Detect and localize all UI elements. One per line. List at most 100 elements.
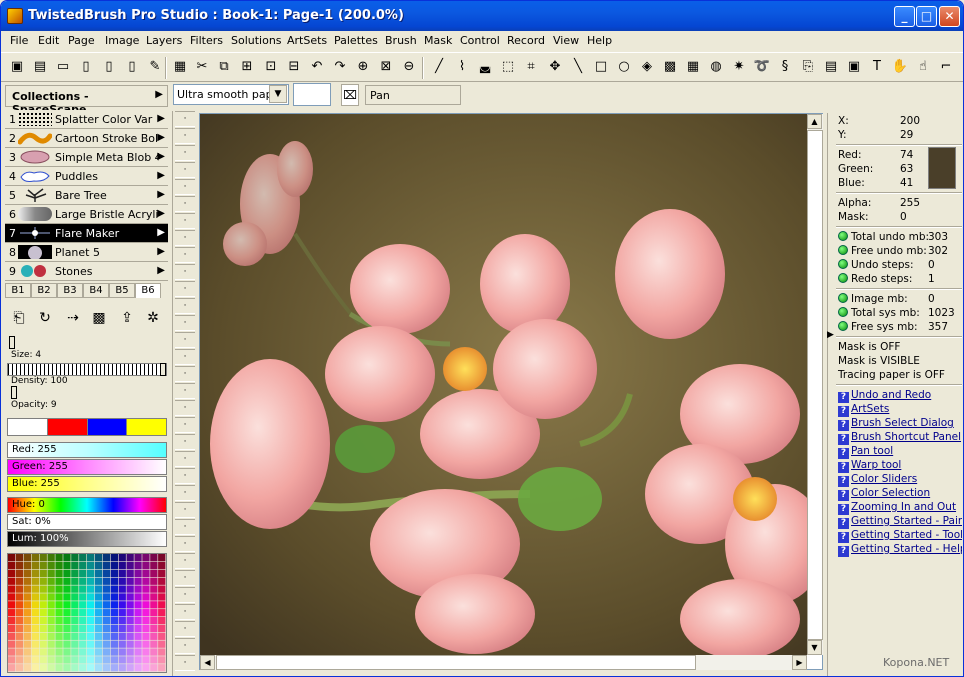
palette-swatch[interactable] xyxy=(8,601,16,609)
palette-swatch[interactable] xyxy=(71,616,79,625)
palette-swatch[interactable] xyxy=(39,585,47,593)
palette-swatch[interactable] xyxy=(142,593,150,601)
palette-swatch[interactable] xyxy=(31,640,39,648)
palette-swatch[interactable] xyxy=(94,554,103,562)
vertical-scroll-thumb[interactable] xyxy=(807,130,823,640)
brush-item-selected[interactable]: 7 Flare Maker ▶ xyxy=(5,224,168,243)
menu-solutions[interactable]: Solutions xyxy=(231,34,282,47)
palette-swatch[interactable] xyxy=(118,585,126,593)
palette-swatch[interactable] xyxy=(87,632,95,640)
palette-swatch[interactable] xyxy=(63,664,71,672)
prev-page-icon[interactable]: ▯ xyxy=(100,58,118,76)
palette-swatch[interactable] xyxy=(110,624,118,633)
palette-swatch[interactable] xyxy=(79,601,87,609)
palette-swatch[interactable] xyxy=(102,624,111,633)
shortcut-slot[interactable]: · xyxy=(175,536,195,552)
opacity-slider-knob[interactable] xyxy=(11,386,17,399)
palette-swatch[interactable] xyxy=(71,561,79,570)
palette-swatch[interactable] xyxy=(23,616,32,625)
shortcut-slot[interactable]: · xyxy=(175,230,195,246)
palette-swatch[interactable] xyxy=(39,609,47,617)
clone-icon[interactable]: ⎘ xyxy=(799,58,817,76)
palette-swatch[interactable] xyxy=(8,664,16,672)
palette-swatch[interactable] xyxy=(8,648,16,656)
palette-swatch[interactable] xyxy=(134,648,142,656)
palette-swatch[interactable] xyxy=(142,569,150,577)
density-slider[interactable] xyxy=(7,363,167,376)
palette-swatch[interactable] xyxy=(23,561,32,570)
palette-swatch[interactable] xyxy=(102,609,111,617)
palette-swatch[interactable] xyxy=(23,632,32,640)
shortcut-slot[interactable]: · xyxy=(175,281,195,297)
palette-swatch[interactable] xyxy=(63,569,71,577)
shortcut-slot[interactable]: · xyxy=(175,502,195,518)
palette-swatch[interactable] xyxy=(47,616,55,625)
palette-swatch[interactable] xyxy=(158,664,166,672)
select-rect-icon[interactable]: ⬚ xyxy=(499,58,517,76)
minimize-button[interactable]: _ xyxy=(894,6,915,27)
palette-swatch[interactable] xyxy=(126,601,134,609)
palette-swatch[interactable] xyxy=(118,624,126,633)
palette-swatch[interactable] xyxy=(55,601,63,609)
help-link[interactable]: ? Color Selection xyxy=(838,487,962,501)
palette-swatch[interactable] xyxy=(79,640,87,648)
menu-control[interactable]: Control xyxy=(460,34,500,47)
palette-swatch[interactable] xyxy=(110,601,118,609)
palette-swatch[interactable] xyxy=(142,609,150,617)
palette-swatch[interactable] xyxy=(55,561,63,570)
palette-swatch[interactable] xyxy=(71,569,79,577)
palette-swatch[interactable] xyxy=(79,569,87,577)
palette-swatch[interactable] xyxy=(39,664,47,672)
hue-slider[interactable]: Hue: 0 xyxy=(7,497,167,513)
zoom-out-icon[interactable]: ⊖ xyxy=(400,58,418,76)
palette-swatch[interactable] xyxy=(71,648,79,656)
color-palette-grid[interactable] xyxy=(7,553,167,673)
palette-swatch[interactable] xyxy=(118,577,126,585)
palette-swatch[interactable] xyxy=(15,648,24,656)
palette-swatch[interactable] xyxy=(87,616,95,625)
palette-swatch[interactable] xyxy=(142,648,150,656)
palette-swatch[interactable] xyxy=(71,664,79,672)
palette-swatch[interactable] xyxy=(23,648,32,656)
gear-icon[interactable]: ✲ xyxy=(143,308,163,328)
shortcut-slot[interactable]: · xyxy=(175,145,195,161)
shortcut-slot[interactable]: · xyxy=(175,179,195,195)
palette-swatch[interactable] xyxy=(15,616,24,625)
palette-swatch[interactable] xyxy=(94,593,103,601)
brush-item[interactable]: 4 Puddles ▶ xyxy=(5,167,168,186)
palette-swatch[interactable] xyxy=(150,616,158,625)
palette-swatch[interactable] xyxy=(63,640,71,648)
palette-swatch[interactable] xyxy=(87,561,95,570)
shortcut-slot[interactable]: · xyxy=(175,128,195,144)
shortcut-slot[interactable]: · xyxy=(175,485,195,501)
help-link[interactable]: ? Brush Select Dialog xyxy=(838,417,962,431)
palette-swatch[interactable] xyxy=(63,554,71,562)
palette-swatch[interactable] xyxy=(55,585,63,593)
palette-swatch[interactable] xyxy=(142,640,150,648)
palette-swatch[interactable] xyxy=(55,648,63,656)
palette-swatch[interactable] xyxy=(47,585,55,593)
shortcut-slot[interactable]: · xyxy=(175,247,195,263)
palette-swatch[interactable] xyxy=(150,664,158,672)
palette-swatch[interactable] xyxy=(134,601,142,609)
palette-swatch[interactable] xyxy=(87,656,95,664)
palette-swatch[interactable] xyxy=(150,554,158,562)
ellipse-icon[interactable]: ○ xyxy=(615,58,633,76)
palette-swatch[interactable] xyxy=(8,577,16,585)
palette-swatch[interactable] xyxy=(118,569,126,577)
palette-swatch[interactable] xyxy=(134,577,142,585)
palette-swatch[interactable] xyxy=(158,601,166,609)
palette-swatch[interactable] xyxy=(150,624,158,633)
brush-item[interactable]: 2 Cartoon Stroke Bold ▶ xyxy=(5,129,168,148)
paste-layer-icon[interactable]: ⊞ xyxy=(238,58,256,76)
shortcut-slot[interactable]: · xyxy=(175,349,195,365)
palette-swatch[interactable] xyxy=(8,656,16,664)
swatch-red[interactable] xyxy=(47,419,88,435)
brush-grid-icon[interactable]: ▩ xyxy=(89,308,109,328)
palette-swatch[interactable] xyxy=(94,569,103,577)
shortcut-slot[interactable]: · xyxy=(175,434,195,450)
maximize-button[interactable]: □ xyxy=(916,6,937,27)
chevron-down-icon[interactable]: ▼ xyxy=(269,85,287,103)
palette-swatch[interactable] xyxy=(31,656,39,664)
palette-swatch[interactable] xyxy=(150,577,158,585)
